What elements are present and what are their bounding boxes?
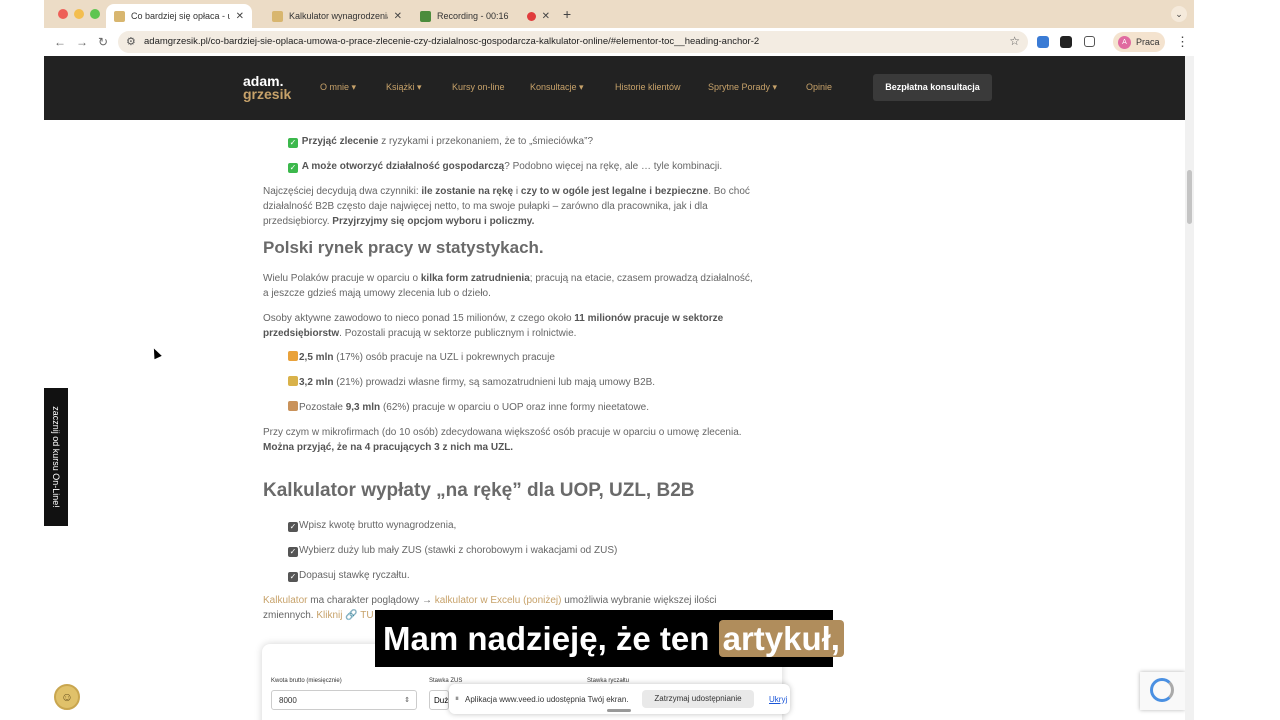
paragraph: Najczęściej decydują dwa czynniki: ile z… bbox=[263, 186, 750, 227]
desktop-right-margin bbox=[1194, 0, 1280, 720]
hide-link[interactable]: Ukryj bbox=[769, 695, 787, 704]
page-scrollbar[interactable] bbox=[1185, 56, 1194, 720]
site-info-icon[interactable]: ⚙ bbox=[126, 35, 136, 48]
share-text: Aplikacja www.veed.io udostępnia Twój ek… bbox=[465, 695, 629, 704]
checkbox-icon: ✓ bbox=[288, 572, 298, 582]
back-arrow-icon[interactable]: ← bbox=[54, 35, 66, 49]
businessperson-emoji-icon bbox=[288, 376, 298, 386]
profile-label: Praca bbox=[1136, 37, 1160, 47]
list-item: ✓ Wpisz kwotę brutto wynagrodzenia, bbox=[288, 520, 457, 532]
course-side-tab[interactable]: zacznij od kursu On-Line! bbox=[44, 388, 68, 526]
url-text: adamgrzesik.pl/co-bardziej-sie-oplaca-um… bbox=[144, 36, 760, 47]
list-item: ✓ Wybierz duży lub mały ZUS (stawki z cho… bbox=[288, 545, 618, 557]
list-item: ✓ Dopasuj stawkę ryczałtu. bbox=[288, 570, 410, 582]
gross-amount-input[interactable]: 8000 ⇕ bbox=[271, 690, 417, 710]
section-heading: Polski rynek pracy w statystykach. bbox=[263, 238, 544, 257]
close-icon[interactable]: ✕ bbox=[542, 11, 550, 22]
recording-icon bbox=[526, 11, 536, 21]
tab-title: Kalkulator wynagrodzenia UO bbox=[289, 11, 388, 21]
check-icon: ✓ bbox=[288, 163, 298, 173]
site-logo[interactable]: adam. grzesik bbox=[243, 74, 292, 102]
browser-window: Co bardziej się opłaca - umow ✕ Kalkulat… bbox=[44, 0, 1194, 720]
list-item: ✓ A może otworzyć działalność gospodarcz… bbox=[288, 161, 723, 173]
paragraph: Przy czym w mikrofirmach (do 10 osób) zd… bbox=[263, 427, 742, 453]
extension-icon[interactable] bbox=[1060, 36, 1072, 48]
nav-historie[interactable]: Historie klientów bbox=[615, 82, 681, 92]
browser-toolbar: ← → ↻ ⚙ adamgrzesik.pl/co-bardziej-sie-o… bbox=[44, 28, 1194, 56]
veed-favicon-icon bbox=[420, 10, 431, 22]
recaptcha-logo-icon bbox=[1150, 678, 1174, 702]
web-page: adam. grzesik O mnie ▾ Książki ▾ Kursy o… bbox=[44, 56, 1185, 720]
minimize-window-button[interactable] bbox=[74, 9, 84, 19]
nav-porady[interactable]: Sprytne Porady ▾ bbox=[708, 82, 777, 93]
site-favicon-icon bbox=[272, 10, 283, 22]
maximize-window-button[interactable] bbox=[90, 9, 100, 19]
address-bar[interactable]: ⚙ adamgrzesik.pl/co-bardziej-sie-oplaca-… bbox=[118, 31, 1028, 53]
close-icon[interactable]: ✕ bbox=[394, 11, 402, 22]
video-subtitle: Mam nadzieję, że ten artykuł, bbox=[375, 610, 844, 667]
window-controls bbox=[58, 9, 100, 19]
extensions-puzzle-icon[interactable] bbox=[1084, 36, 1095, 47]
tab-search-chevron-icon[interactable]: ⌄ bbox=[1171, 6, 1187, 22]
click-here-link[interactable]: Kliknij 🔗 TU bbox=[316, 610, 373, 621]
scrollbar-thumb[interactable] bbox=[1187, 170, 1192, 224]
checkbox-icon: ✓ bbox=[288, 522, 298, 532]
list-item: Pozostałe 9,3 mln (62%) pracuje w oparci… bbox=[288, 400, 778, 415]
free-consultation-button[interactable]: Bezpłatna konsultacja bbox=[873, 74, 992, 101]
person-emoji-icon bbox=[288, 401, 298, 411]
stepper-icon[interactable]: ⇕ bbox=[404, 691, 410, 711]
desktop-left-margin bbox=[0, 0, 44, 720]
list-item: ✓ Przyjąć zlecenie z ryzykami i przekona… bbox=[288, 136, 594, 148]
nav-konsultacje[interactable]: Konsultacje ▾ bbox=[530, 82, 584, 93]
list-item: 3,2 mln (21%) prowadzi własne firmy, są … bbox=[288, 375, 778, 390]
reload-icon[interactable]: ↻ bbox=[98, 35, 108, 49]
recaptcha-badge[interactable] bbox=[1140, 672, 1185, 710]
gross-label: Kwota brutto (miesięcznie) bbox=[271, 678, 342, 684]
site-favicon-icon bbox=[114, 10, 125, 22]
drag-handle[interactable] bbox=[607, 709, 631, 712]
new-tab-button[interactable]: + bbox=[563, 6, 571, 22]
tab-article[interactable]: Co bardziej się opłaca - umow ✕ bbox=[106, 4, 252, 28]
paragraph: Osoby aktywne zawodowo to nieco ponad 15… bbox=[263, 313, 724, 339]
calculator-link[interactable]: Kalkulator bbox=[263, 595, 307, 606]
nav-kursy[interactable]: Kursy on-line bbox=[452, 82, 505, 92]
nav-opinie[interactable]: Opinie bbox=[806, 82, 832, 92]
close-icon[interactable]: ✕ bbox=[236, 11, 244, 22]
bookmark-star-icon[interactable]: ☆ bbox=[1009, 34, 1020, 48]
subtitle-highlight: artykuł, bbox=[718, 620, 844, 657]
tab-recording[interactable]: Recording - 00:16 ✕ bbox=[412, 4, 558, 28]
checkbox-icon: ✓ bbox=[288, 547, 298, 557]
section-heading: Kalkulator wypłaty „na rękę” dla UOP, UZ… bbox=[263, 480, 695, 501]
excel-calculator-link[interactable]: kalkulator w Excelu (poniżej) bbox=[435, 595, 562, 606]
list-item: 2,5 mln (17%) osób pracuje na UZL i pokr… bbox=[288, 350, 778, 365]
tab-title: Co bardziej się opłaca - umow bbox=[131, 11, 230, 21]
nav-o-mnie[interactable]: O mnie ▾ bbox=[320, 82, 356, 93]
pause-icon: ⏸ bbox=[455, 694, 459, 703]
check-icon: ✓ bbox=[288, 138, 298, 148]
tab-strip: Co bardziej się opłaca - umow ✕ Kalkulat… bbox=[44, 0, 1194, 28]
avatar: A bbox=[1118, 35, 1131, 49]
forward-arrow-icon[interactable]: → bbox=[76, 35, 88, 49]
subtitle-text: Mam nadzieję, że ten bbox=[383, 620, 719, 657]
screen-share-bar: ⏸ Aplikacja www.veed.io udostępnia Twój … bbox=[449, 684, 790, 714]
nav-ksiazki[interactable]: Książki ▾ bbox=[386, 82, 422, 93]
profile-button[interactable]: A Praca bbox=[1113, 32, 1165, 52]
paragraph: Wielu Polaków pracuje w oparciu o kilka … bbox=[263, 273, 753, 299]
side-tab-label: zacznij od kursu On-Line! bbox=[51, 406, 61, 508]
extension-icon[interactable] bbox=[1037, 36, 1049, 48]
veed-widget-icon[interactable]: ☺ bbox=[54, 684, 80, 710]
worker-emoji-icon bbox=[288, 351, 298, 361]
logo-line-2: grzesik bbox=[243, 86, 292, 102]
stop-sharing-button[interactable]: Zatrzymaj udostępnianie bbox=[642, 690, 754, 708]
tab-calculator[interactable]: Kalkulator wynagrodzenia UO ✕ bbox=[264, 4, 410, 28]
mouse-cursor-icon bbox=[150, 346, 162, 360]
menu-dots-icon[interactable]: ⋮ bbox=[1176, 34, 1189, 50]
tab-title: Recording - 00:16 bbox=[437, 11, 509, 21]
zus-select[interactable]: Duż bbox=[429, 690, 449, 710]
site-navbar: adam. grzesik O mnie ▾ Książki ▾ Kursy o… bbox=[44, 56, 1185, 120]
close-window-button[interactable] bbox=[58, 9, 68, 19]
